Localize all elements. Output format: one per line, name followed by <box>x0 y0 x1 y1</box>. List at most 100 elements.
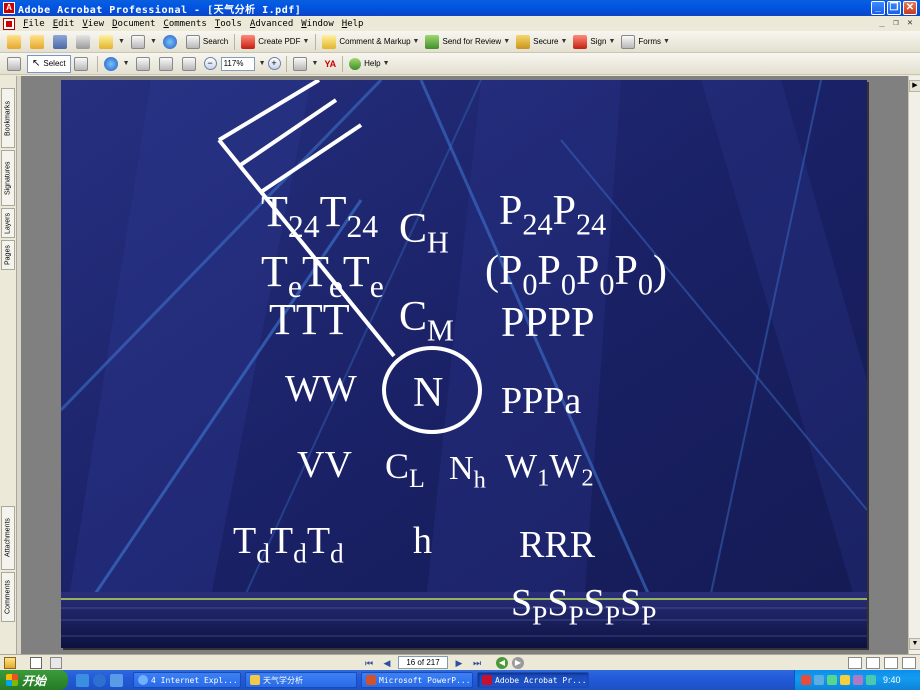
comment-markup-button[interactable]: Comment & Markup ▼ <box>319 33 422 51</box>
close-button[interactable]: ✕ <box>903 1 917 15</box>
tab-comments[interactable]: Comments <box>1 572 15 622</box>
send-review-button[interactable]: Send for Review ▼ <box>422 33 513 51</box>
fit-width-button[interactable] <box>179 55 202 73</box>
adobe-logo-button[interactable]: YA <box>321 55 339 73</box>
desktop-icon[interactable] <box>76 673 89 687</box>
options-icon[interactable] <box>4 656 16 669</box>
search-button[interactable]: Search <box>183 33 231 51</box>
start-button[interactable]: 开始 <box>0 670 68 690</box>
last-page-icon[interactable]: ⏭ <box>470 657 484 669</box>
create-pdf-button[interactable]: Create PDF ▼ <box>238 33 312 51</box>
menu-advanced[interactable]: Advanced <box>246 19 297 29</box>
magnifier-icon <box>103 56 118 71</box>
doc-close-button[interactable]: ✕ <box>904 17 916 29</box>
minimize-button[interactable]: _ <box>871 1 885 15</box>
adobe-acrobat-icon[interactable]: A <box>3 2 15 14</box>
select-tool-button[interactable]: ↖ Select <box>27 54 71 73</box>
facing-icon[interactable] <box>884 657 898 669</box>
page-icon[interactable] <box>50 656 62 669</box>
media-icon[interactable] <box>110 673 123 687</box>
menu-window[interactable]: Window <box>297 19 338 29</box>
menu-tools[interactable]: Tools <box>211 19 246 29</box>
tab-pages[interactable]: Pages <box>1 240 15 270</box>
menu-edit[interactable]: Edit <box>49 19 79 29</box>
secure-button[interactable]: Secure ▼ <box>513 33 570 51</box>
single-page-icon[interactable] <box>848 657 862 669</box>
zoom-input[interactable]: 117% <box>220 56 255 71</box>
sign-label: Sign <box>590 37 607 46</box>
web-button[interactable] <box>160 33 183 51</box>
first-page-icon[interactable]: ⏮ <box>362 657 376 669</box>
zoom-tool-button[interactable]: ▼ <box>101 55 133 73</box>
continuous-icon[interactable] <box>866 657 880 669</box>
tray-icon[interactable] <box>853 675 863 685</box>
organize-button[interactable] <box>27 33 50 51</box>
chevron-down-icon: ▼ <box>118 38 125 45</box>
help-button[interactable]: Help ▼ <box>346 55 392 73</box>
maximize-button[interactable]: ❐ <box>887 1 901 15</box>
toolbar-divider <box>315 33 317 50</box>
next-view-icon[interactable]: ▶ <box>512 656 524 669</box>
rotate-button[interactable]: ▼ <box>290 55 322 73</box>
zoom-out-button[interactable]: − <box>203 57 217 70</box>
task-internet-explorer[interactable]: 4 Internet Expl... <box>133 672 241 688</box>
zoom-in-button[interactable]: + <box>267 57 281 70</box>
cursor-icon: ↖ <box>32 58 41 69</box>
tab-layers[interactable]: Layers <box>1 208 15 238</box>
scroll-down-arrow-icon[interactable]: ▼ <box>909 638 920 650</box>
task-folder[interactable]: 天气学分析 <box>245 672 357 688</box>
system-tray: 9:40 <box>794 670 920 690</box>
tab-bookmarks[interactable]: Bookmarks <box>1 88 15 148</box>
open-button[interactable] <box>4 33 27 51</box>
page-number-input[interactable]: 16 of 217 <box>398 656 448 669</box>
menu-help[interactable]: Help <box>338 19 368 29</box>
tray-icon[interactable] <box>827 675 837 685</box>
next-page-icon[interactable]: ▶ <box>452 657 466 669</box>
hand-tool-button[interactable] <box>4 55 27 73</box>
tray-icon[interactable] <box>866 675 876 685</box>
powerpoint-icon <box>366 675 376 685</box>
zoom-dropdown-icon[interactable]: ▼ <box>259 60 266 67</box>
task-label: Microsoft PowerP... <box>379 675 471 685</box>
forms-button[interactable]: Forms ▼ <box>618 33 673 51</box>
tab-signatures[interactable]: Signatures <box>1 150 15 206</box>
doc-restore-button[interactable]: ❐ <box>890 17 902 29</box>
tray-icon[interactable] <box>814 675 824 685</box>
email-button[interactable]: ▼ <box>96 33 128 51</box>
document-window-controls: _ ❐ ✕ <box>876 17 916 29</box>
menu-comments[interactable]: Comments <box>159 19 210 29</box>
fit-page-button[interactable] <box>156 55 179 73</box>
menu-view[interactable]: View <box>78 19 108 29</box>
attach-button[interactable]: ▼ <box>128 33 160 51</box>
tab-attachments[interactable]: Attachments <box>1 506 15 570</box>
scroll-right-arrow-icon[interactable]: ▶ <box>909 80 920 92</box>
tray-icon[interactable] <box>840 675 850 685</box>
fit-width-icon <box>181 56 196 71</box>
document-properties-icon[interactable] <box>30 656 42 669</box>
symbol-sp: SPSPSPSP <box>511 582 657 631</box>
vertical-scrollbar[interactable]: ▶ ▼ <box>908 76 920 654</box>
sign-button[interactable]: Sign ▼ <box>570 33 618 51</box>
previous-page-icon[interactable]: ◀ <box>380 657 394 669</box>
document-view[interactable]: T24T24 CH P24P24 TeTeTe (P0P0P0P0) TTT C… <box>21 76 908 654</box>
menu-document[interactable]: Document <box>108 19 159 29</box>
task-acrobat[interactable]: Adobe Acrobat Pr... <box>477 672 589 688</box>
task-powerpoint[interactable]: Microsoft PowerP... <box>361 672 473 688</box>
doc-minimize-button[interactable]: _ <box>876 17 888 29</box>
folder-icon <box>250 675 260 685</box>
toolbar-divider <box>234 33 236 50</box>
continuous-facing-icon[interactable] <box>902 657 916 669</box>
actual-size-button[interactable] <box>133 55 156 73</box>
previous-view-icon[interactable]: ◀ <box>496 656 508 669</box>
ie-icon[interactable] <box>93 673 106 687</box>
save-button[interactable] <box>50 33 73 51</box>
tray-icon[interactable] <box>801 675 811 685</box>
document-icon[interactable] <box>3 17 15 30</box>
print-button[interactable] <box>73 33 96 51</box>
actual-size-icon <box>135 56 150 71</box>
acrobat-icon <box>482 675 492 685</box>
snapshot-button[interactable] <box>71 55 94 73</box>
menu-file[interactable]: File <box>19 19 49 29</box>
quick-launch <box>76 673 123 687</box>
save-icon <box>53 34 67 49</box>
